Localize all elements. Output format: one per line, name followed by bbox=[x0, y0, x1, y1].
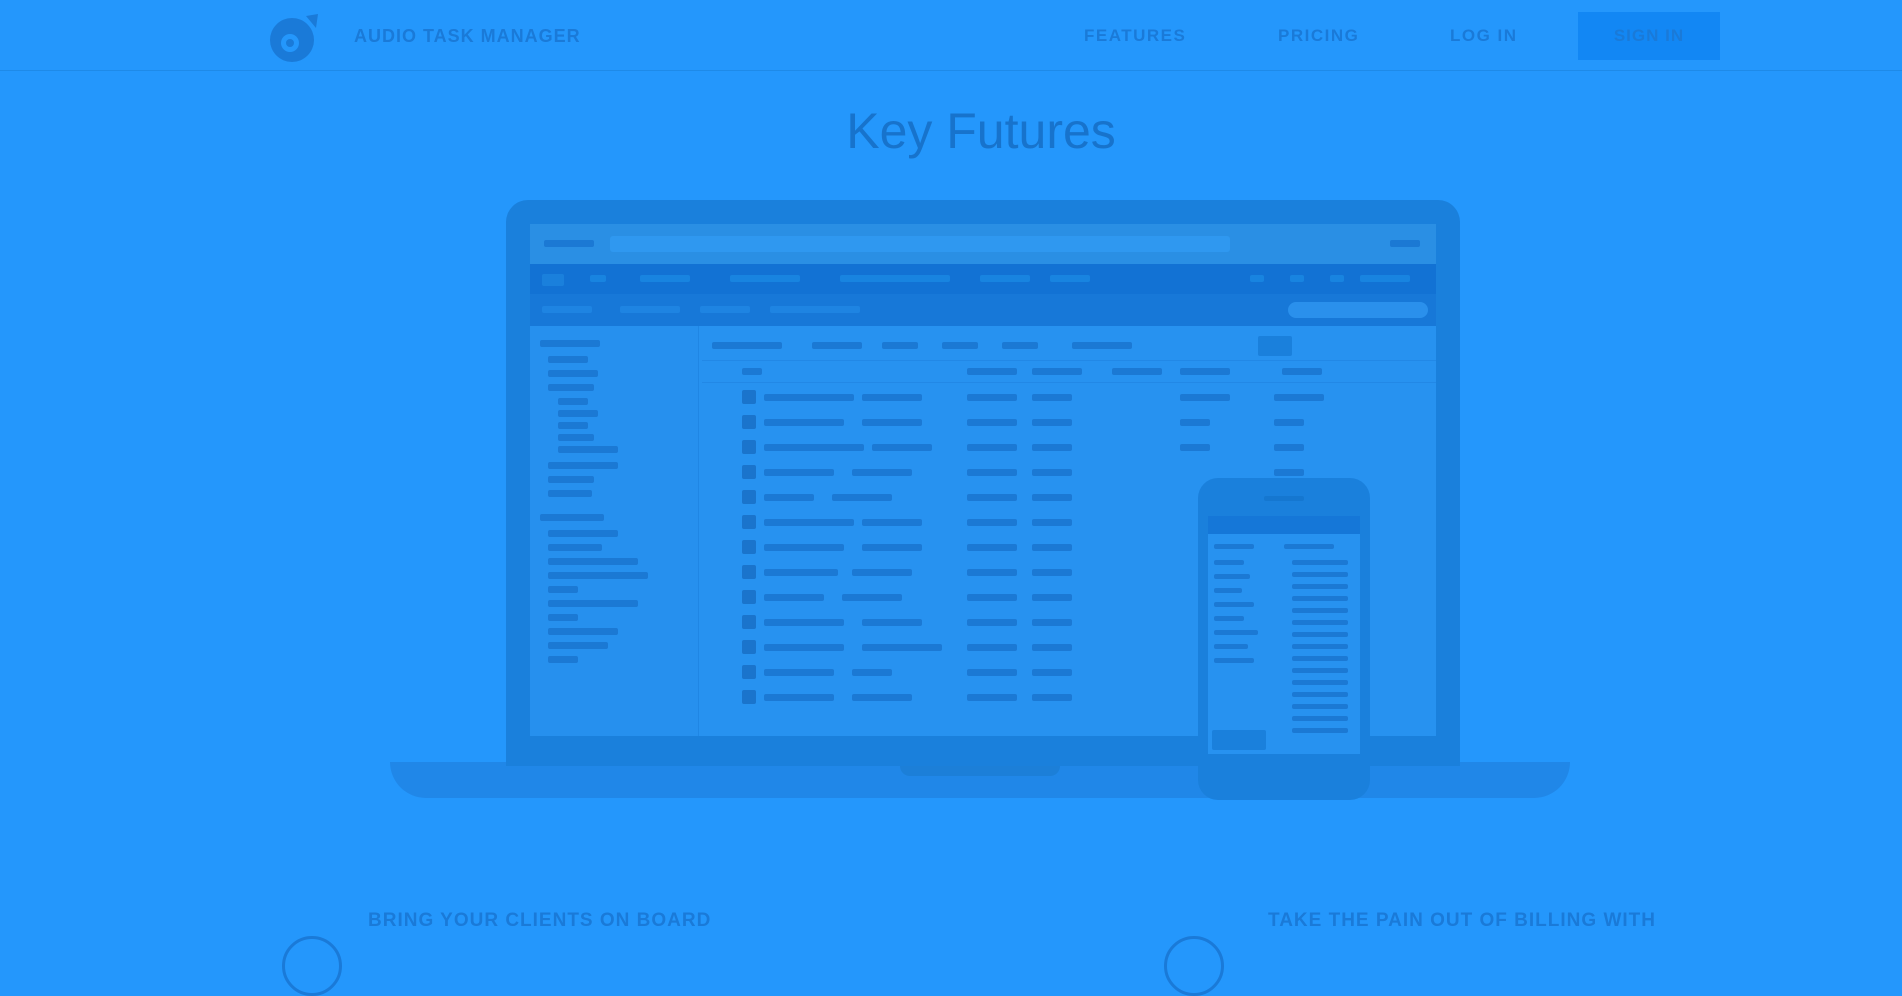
mock-app-bar bbox=[530, 264, 1436, 294]
page-title: Key Futures bbox=[846, 103, 1116, 159]
nav-pricing[interactable]: PRICING bbox=[1278, 26, 1359, 46]
mock-browser-bar bbox=[530, 224, 1436, 264]
feature-heading-clients: BRING YOUR CLIENTS ON BOARD bbox=[368, 910, 712, 931]
top-navigation: AUDIO TASK MANAGER FEATURES PRICING LOG … bbox=[0, 0, 1902, 71]
phone-screen bbox=[1208, 516, 1360, 754]
mock-sidebar bbox=[530, 326, 699, 736]
sign-in-button[interactable]: SIGN IN bbox=[1578, 12, 1720, 60]
client-icon bbox=[282, 936, 342, 996]
logo-icon[interactable] bbox=[266, 10, 322, 66]
phone-mockup bbox=[1198, 478, 1370, 800]
mock-toolbar bbox=[530, 294, 1436, 326]
nav-log-in[interactable]: LOG IN bbox=[1450, 26, 1518, 46]
brand-name[interactable]: AUDIO TASK MANAGER bbox=[354, 26, 581, 47]
nav-features[interactable]: FEATURES bbox=[1084, 26, 1186, 46]
billing-icon bbox=[1164, 936, 1224, 996]
feature-heading-billing: TAKE THE PAIN OUT OF BILLING WITH bbox=[1268, 910, 1656, 931]
